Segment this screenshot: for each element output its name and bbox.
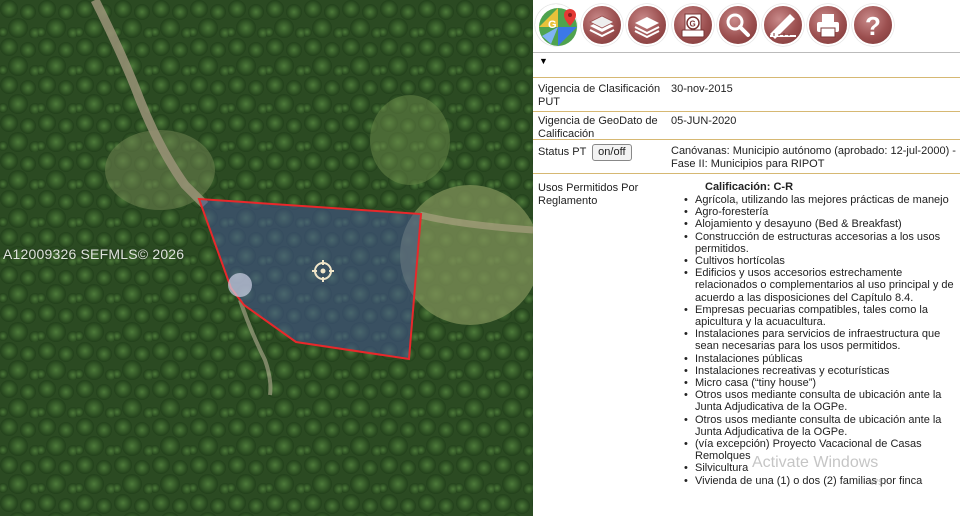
uso-item: Agrícola, utilizando las mejores práctic… [684, 194, 956, 206]
uso-item: Otros usos mediante consulta de ubicació… [684, 389, 956, 413]
status-value: Canóvanas: Municipio autónomo (aprobado:… [671, 145, 956, 170]
usos-label: Usos Permitidos Por Reglamento [538, 182, 639, 207]
svg-text:G: G [690, 20, 696, 29]
uso-item: Instalaciones para servicios de infraest… [684, 328, 956, 352]
activate-windows-watermark: Activate Windows [752, 454, 879, 471]
uso-item: Alojamiento y desayuno (Bed & Breakfast) [684, 218, 956, 230]
row-vigencia-put: Vigencia de Clasificación PUT 30-nov-201… [533, 78, 960, 112]
uso-item: Vivienda de una (1) o dos (2) familias p… [684, 475, 956, 487]
usos-content: Calificación: C-R Agrícola, utilizando l… [671, 181, 956, 487]
toolbar: G G ? [533, 0, 960, 50]
dropdown-bar[interactable]: ▼ [533, 52, 960, 78]
vigencia-put-value: 30-nov-2015 [671, 83, 733, 95]
uso-item: Empresas pecuarias compatibles, tales co… [684, 304, 956, 328]
caret-down-icon[interactable]: ▼ [539, 56, 548, 66]
calificacion-title: Calificación: C-R [705, 181, 794, 193]
row-vigencia-geo: Vigencia de GeoDato de Calificación 05-J… [533, 112, 960, 140]
row-status-pt: Status PT on/off Canóvanas: Municipio au… [533, 140, 960, 174]
row-usos: Usos Permitidos Por Reglamento Calificac… [533, 174, 960, 504]
svg-text:G: G [548, 19, 557, 31]
satellite-map[interactable]: A12009326 SEFMLS© 2026 [0, 0, 533, 516]
help-icon[interactable]: ? [852, 4, 894, 46]
printer-icon[interactable] [807, 4, 849, 46]
gis-document-icon[interactable]: G [672, 4, 714, 46]
uso-item: Instalaciones públicas [684, 353, 956, 365]
vigencia-geo-label: Vigencia de GeoDato de Calificación [538, 115, 658, 140]
mls-watermark: A12009326 SEFMLS© 2026 [3, 246, 185, 262]
magnifier-icon[interactable] [717, 4, 759, 46]
info-table: Vigencia de Clasificación PUT 30-nov-201… [533, 78, 960, 504]
svg-text:?: ? [865, 11, 881, 41]
measure-pencil-icon[interactable] [762, 4, 804, 46]
vigencia-put-label: Vigencia de Clasificación PUT [538, 83, 661, 108]
uso-item: Cultivos hortícolas [684, 255, 956, 267]
onoff-button[interactable]: on/off [592, 144, 632, 161]
uso-item: Agro-forestería [684, 206, 956, 218]
uso-item: Micro casa (“tiny house”) [684, 377, 956, 389]
uso-item: Edificios y usos accesorios estrechament… [684, 267, 956, 304]
uso-item: Otros usos mediante consulta de ubicació… [684, 414, 956, 438]
usos-list: Agrícola, utilizando las mejores práctic… [671, 194, 956, 487]
activate-windows-sub: ws. [870, 476, 887, 488]
vigencia-geo-value: 05-JUN-2020 [671, 115, 737, 127]
layers-icon[interactable] [626, 4, 668, 46]
status-label: Status PT [538, 146, 587, 158]
info-panel: G G ? ▼ Vigencia de Clasificación PUT 30… [533, 0, 960, 516]
status-label-wrap: Status PT on/off [538, 144, 663, 161]
layers-stack-icon[interactable] [581, 4, 623, 46]
uso-item: Construcción de estructuras accesorias a… [684, 231, 956, 255]
google-maps-icon[interactable]: G [535, 4, 577, 46]
uso-item: Instalaciones recreativas y ecoturística… [684, 365, 956, 377]
